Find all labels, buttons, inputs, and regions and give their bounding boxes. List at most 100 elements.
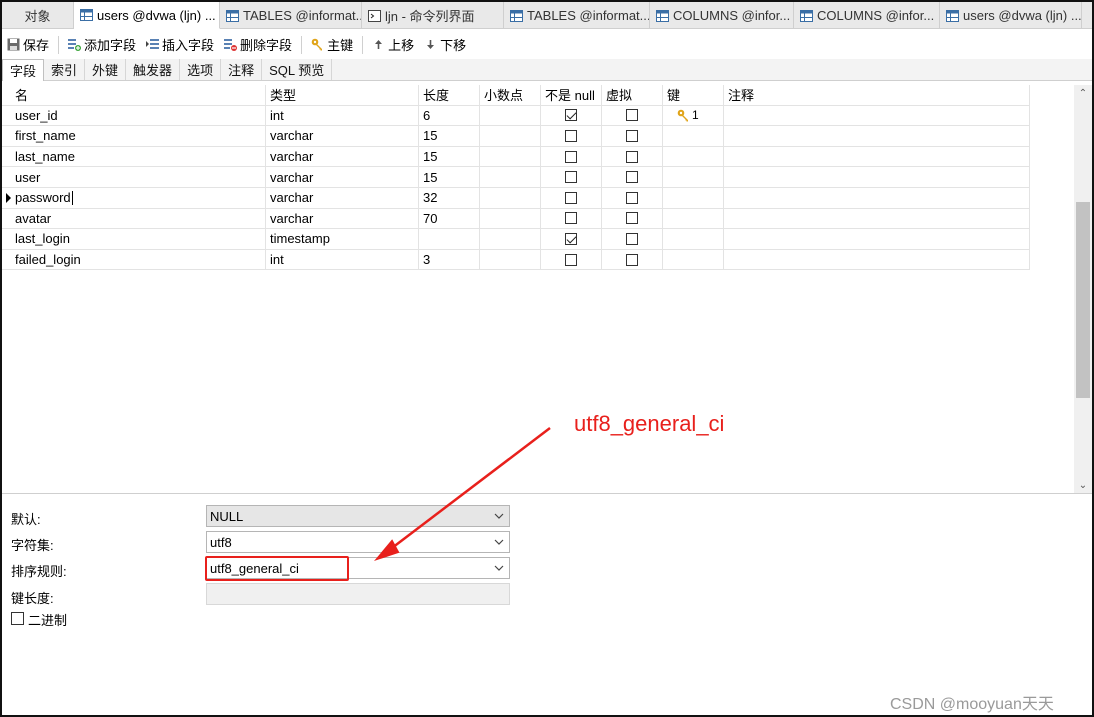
table-row[interactable]: user varchar 15	[2, 167, 1030, 188]
cell-virtual[interactable]	[602, 126, 663, 146]
tab-options[interactable]: 选项	[180, 59, 222, 80]
cell-comment[interactable]	[724, 208, 1030, 229]
cell-name[interactable]: first_name	[2, 126, 266, 146]
header-not-null[interactable]: 不是 null	[541, 85, 602, 105]
tab-3[interactable]: TABLES @informat...	[220, 2, 362, 29]
virtual-checkbox[interactable]	[626, 212, 638, 225]
cell-length[interactable]: 6	[419, 105, 480, 126]
cell-decimals[interactable]	[480, 146, 541, 167]
cell-name[interactable]: avatar	[2, 208, 266, 229]
tab-indexes[interactable]: 索引	[44, 59, 86, 80]
cell-decimals[interactable]	[480, 229, 541, 249]
cell-not-null[interactable]	[541, 208, 602, 229]
tab-6[interactable]: COLUMNS @infor...	[650, 2, 794, 29]
cell-type[interactable]: varchar	[266, 126, 419, 146]
charset-select[interactable]: utf8	[206, 531, 510, 553]
tab-7[interactable]: COLUMNS @infor...	[794, 2, 940, 29]
cell-decimals[interactable]	[480, 126, 541, 146]
cell-virtual[interactable]	[602, 105, 663, 126]
cell-length[interactable]: 70	[419, 208, 480, 229]
cell-virtual[interactable]	[602, 187, 663, 208]
cell-length[interactable]: 15	[419, 167, 480, 187]
cell-type[interactable]: timestamp	[266, 229, 419, 249]
insert-field-button[interactable]: 插入字段	[141, 34, 219, 56]
not-null-checkbox[interactable]	[565, 171, 577, 184]
cell-virtual[interactable]	[602, 208, 663, 229]
tab-fields[interactable]: 字段	[2, 59, 45, 81]
virtual-checkbox[interactable]	[626, 232, 638, 245]
tab-1[interactable]: 对象	[2, 2, 74, 29]
virtual-checkbox[interactable]	[626, 253, 638, 266]
cell-not-null[interactable]	[541, 105, 602, 126]
cell-not-null[interactable]	[541, 146, 602, 167]
cell-not-null[interactable]	[541, 229, 602, 249]
cell-comment[interactable]	[724, 249, 1030, 270]
cell-key[interactable]	[663, 146, 724, 167]
cell-key[interactable]	[663, 126, 724, 146]
scroll-down-arrow-icon[interactable]: ⌄	[1074, 477, 1092, 493]
cell-length[interactable]: 15	[419, 126, 480, 146]
header-name[interactable]: 名	[2, 85, 266, 105]
move-down-button[interactable]: 下移	[419, 34, 471, 56]
cell-type[interactable]: int	[266, 105, 419, 126]
tab-foreign-keys[interactable]: 外键	[85, 59, 127, 80]
cell-name[interactable]: failed_login	[2, 249, 266, 270]
virtual-checkbox[interactable]	[626, 171, 638, 184]
header-decimals[interactable]: 小数点	[480, 85, 541, 105]
cell-name[interactable]: password	[2, 187, 266, 208]
tab-2[interactable]: users @dvwa (ljn) ...	[74, 2, 220, 29]
tab-sql-preview[interactable]: SQL 预览	[262, 59, 333, 80]
cell-virtual[interactable]	[602, 229, 663, 249]
cell-key[interactable]	[663, 229, 724, 249]
not-null-checkbox[interactable]	[565, 191, 577, 204]
cell-comment[interactable]	[724, 229, 1030, 249]
cell-length[interactable]: 15	[419, 146, 480, 167]
cell-length[interactable]: 32	[419, 187, 480, 208]
virtual-checkbox[interactable]	[626, 109, 638, 122]
cell-key[interactable]	[663, 249, 724, 270]
binary-checkbox[interactable]	[11, 612, 24, 625]
cell-decimals[interactable]	[480, 208, 541, 229]
scroll-thumb[interactable]	[1076, 202, 1090, 398]
header-type[interactable]: 类型	[266, 85, 419, 105]
not-null-checkbox[interactable]	[565, 129, 577, 142]
not-null-checkbox[interactable]	[565, 253, 577, 266]
cell-name[interactable]: last_login	[2, 229, 266, 249]
cell-key[interactable]: 1	[663, 105, 724, 126]
vertical-scrollbar[interactable]: ⌃ ⌄	[1074, 85, 1092, 493]
virtual-checkbox[interactable]	[626, 191, 638, 204]
table-row[interactable]: last_name varchar 15	[2, 146, 1030, 168]
cell-type[interactable]: varchar	[266, 146, 419, 167]
tab-comment[interactable]: 注释	[221, 59, 263, 80]
cell-not-null[interactable]	[541, 126, 602, 146]
cell-not-null[interactable]	[541, 249, 602, 270]
cell-comment[interactable]	[724, 167, 1030, 187]
add-field-button[interactable]: 添加字段	[63, 34, 141, 56]
move-up-button[interactable]: 上移	[367, 34, 419, 56]
cell-virtual[interactable]	[602, 167, 663, 187]
table-row[interactable]: user_id int 6 1	[2, 105, 1030, 127]
cell-virtual[interactable]	[602, 249, 663, 270]
header-key[interactable]: 键	[663, 85, 724, 105]
tab-4[interactable]: ljn - 命令列界面	[362, 2, 504, 29]
not-null-checkbox[interactable]	[565, 212, 577, 225]
virtual-checkbox[interactable]	[626, 129, 638, 142]
cell-comment[interactable]	[724, 126, 1030, 146]
not-null-checkbox[interactable]	[565, 232, 577, 245]
cell-length[interactable]	[419, 229, 480, 249]
tab-triggers[interactable]: 触发器	[126, 59, 181, 80]
table-row[interactable]: failed_login int 3	[2, 249, 1030, 271]
cell-key[interactable]	[663, 167, 724, 187]
cell-comment[interactable]	[724, 146, 1030, 167]
delete-field-button[interactable]: 删除字段	[219, 34, 297, 56]
cell-name[interactable]: user_id	[2, 105, 266, 126]
cell-virtual[interactable]	[602, 146, 663, 167]
cell-decimals[interactable]	[480, 105, 541, 126]
tab-8[interactable]: users @dvwa (ljn) ...	[940, 2, 1082, 29]
cell-name[interactable]: last_name	[2, 146, 266, 167]
cell-type[interactable]: varchar	[266, 208, 419, 229]
table-row[interactable]: password varchar 32	[2, 187, 1030, 209]
cell-not-null[interactable]	[541, 167, 602, 187]
header-length[interactable]: 长度	[419, 85, 480, 105]
table-row[interactable]: last_login timestamp	[2, 229, 1030, 250]
